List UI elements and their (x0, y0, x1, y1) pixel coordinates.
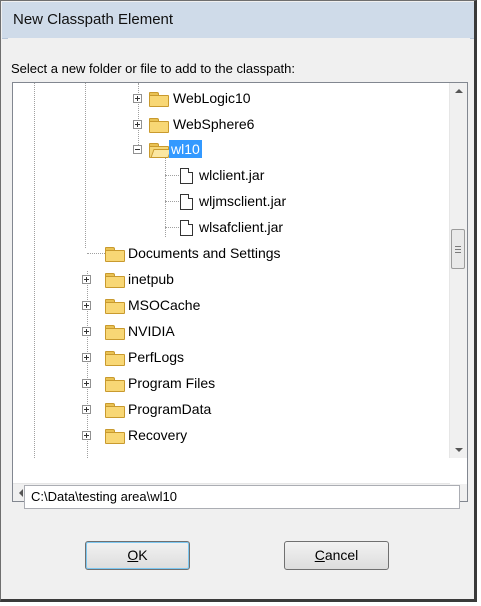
expand-icon[interactable] (82, 379, 91, 388)
tree-item-label: wljmsclient.jar (199, 193, 287, 209)
tree-item[interactable]: ProgramData (13, 400, 413, 425)
file-icon (180, 220, 193, 236)
expand-icon[interactable] (82, 327, 91, 336)
dialog-content: Select a new folder or file to add to th… (8, 38, 470, 594)
tree-item[interactable]: PerfLogs (13, 348, 413, 373)
tree-item-label: NVIDIA (128, 323, 175, 339)
cancel-label-rest: ancel (324, 547, 359, 563)
folder-icon (105, 377, 125, 392)
tree-item-label: WebSphere6 (173, 116, 255, 132)
ok-mnemonic: O (127, 547, 139, 563)
up-arrow-icon (455, 89, 463, 93)
folder-icon (149, 92, 169, 107)
folder-icon (105, 247, 125, 262)
folder-icon (105, 325, 125, 340)
open-folder-icon (149, 143, 172, 158)
expand-icon[interactable] (82, 431, 91, 440)
tree-item[interactable]: Program Files (13, 374, 413, 399)
left-arrow-icon (19, 489, 23, 497)
expand-icon[interactable] (82, 275, 91, 284)
tree-item-label: wlsafclient.jar (199, 219, 284, 235)
scroll-up-button[interactable] (450, 83, 467, 100)
file-icon (180, 168, 193, 184)
tree-item[interactable]: wljmsclient.jar (13, 192, 413, 217)
folder-icon (149, 118, 169, 133)
ok-button[interactable]: OK (85, 541, 190, 570)
tree-item[interactable]: wlclient.jar (13, 166, 413, 191)
tree-item[interactable]: Documents and Settings (13, 244, 413, 269)
folder-icon (105, 299, 125, 314)
tree-item[interactable]: WebLogic10 (13, 89, 413, 114)
expand-icon[interactable] (82, 301, 91, 310)
cancel-mnemonic: C (314, 547, 325, 563)
folder-icon (105, 273, 125, 288)
dialog-window: New Classpath Element Select a new folde… (0, 0, 477, 602)
instruction-label: Select a new folder or file to add to th… (11, 61, 296, 76)
vertical-scrollbar[interactable] (449, 83, 467, 458)
ok-label-rest: K (138, 547, 148, 563)
window-title: New Classpath Element (13, 11, 174, 28)
tree-item[interactable]: WebSphere6 (13, 115, 413, 140)
tree-viewport: WebLogic10 WebSphere6 wl10 wlclient.jar … (13, 83, 435, 458)
path-field[interactable]: C:\Data\testing area\wl10 (24, 485, 460, 509)
tree-item-label: Documents and Settings (128, 245, 281, 261)
tree-item[interactable]: Recovery (13, 426, 413, 451)
cancel-button[interactable]: Cancel (284, 541, 389, 570)
tree-item[interactable]: MSOCache (13, 296, 413, 321)
file-icon (180, 194, 193, 210)
expand-icon[interactable] (82, 405, 91, 414)
vertical-scroll-thumb[interactable] (451, 229, 465, 269)
tree-item-label: inetpub (128, 271, 174, 287)
tree-item[interactable]: wlsafclient.jar (13, 218, 413, 243)
folder-tree[interactable]: WebLogic10 WebSphere6 wl10 wlclient.jar … (12, 82, 468, 502)
expand-icon[interactable] (82, 353, 91, 362)
folder-icon (105, 403, 125, 418)
collapse-icon[interactable] (133, 145, 142, 154)
scroll-down-button[interactable] (450, 441, 467, 458)
tree-item-label: PerfLogs (128, 349, 185, 365)
folder-icon (105, 429, 125, 444)
tree-item-label: wl10 (169, 140, 202, 158)
title-bar[interactable]: New Classpath Element (2, 2, 474, 39)
tree-item-label: Recovery (128, 427, 188, 443)
tree-item-label: ProgramData (128, 401, 212, 417)
folder-icon (105, 351, 125, 366)
tree-item[interactable]: NVIDIA (13, 322, 413, 347)
tree-item[interactable]: inetpub (13, 270, 413, 295)
tree-item-label: Program Files (128, 375, 216, 391)
expand-icon[interactable] (133, 120, 142, 129)
expand-icon[interactable] (133, 94, 142, 103)
tree-item-label: wlclient.jar (199, 167, 265, 183)
down-arrow-icon (455, 448, 463, 452)
tree-item-selected[interactable]: wl10 (13, 140, 413, 165)
tree-item-label: WebLogic10 (173, 90, 251, 106)
tree-item-label: MSOCache (128, 297, 201, 313)
